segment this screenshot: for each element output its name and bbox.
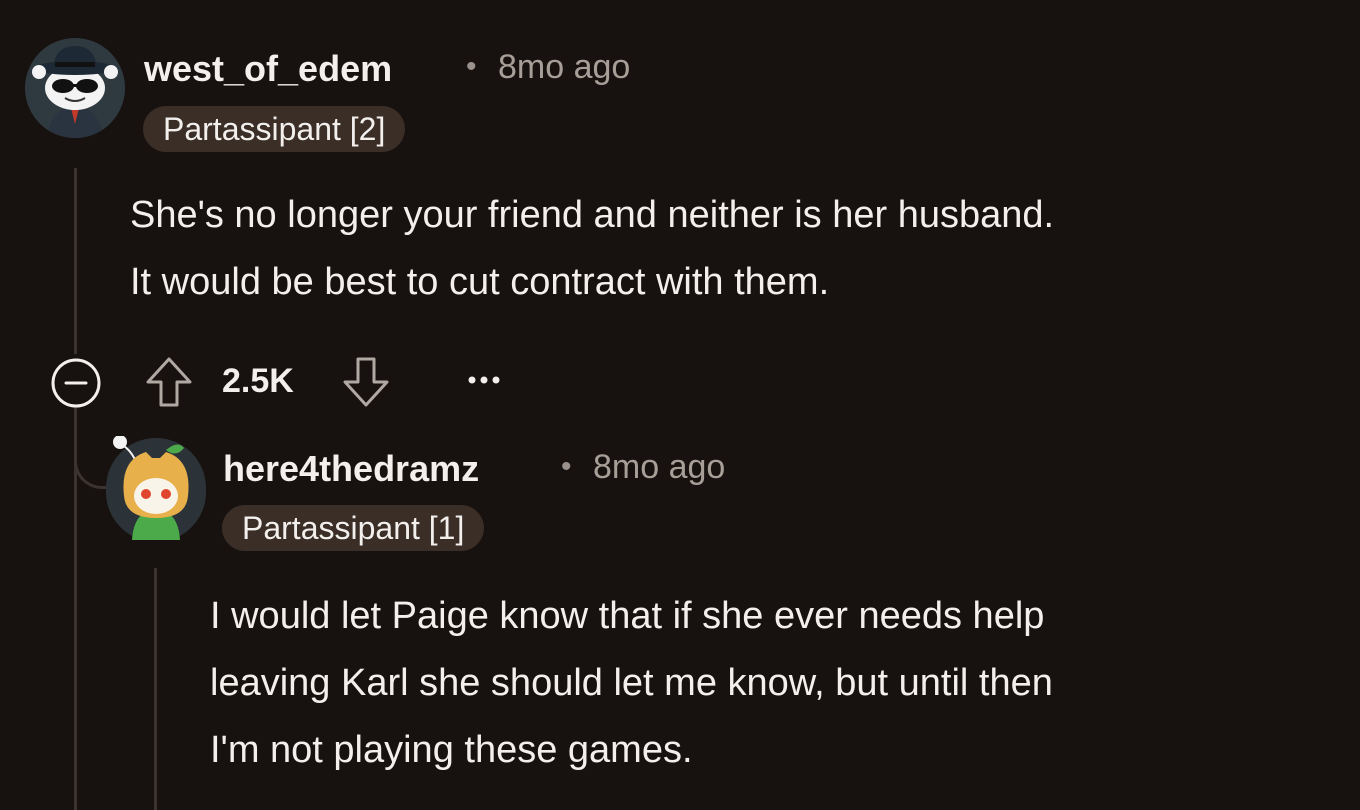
collapse-minus-icon xyxy=(51,358,101,408)
upvote-button[interactable] xyxy=(144,355,194,409)
ellipsis-icon xyxy=(468,376,500,384)
avatar[interactable] xyxy=(25,38,125,138)
avatar[interactable] xyxy=(106,436,206,540)
comment-body: I would let Paige know that if she ever … xyxy=(210,583,1053,784)
comment-timestamp[interactable]: 8mo ago xyxy=(498,48,630,87)
panda-agent-avatar-icon xyxy=(25,38,125,138)
comment-author[interactable]: west_of_edem xyxy=(144,48,392,90)
downvote-button[interactable] xyxy=(341,355,391,409)
user-flair: Partassipant [1] xyxy=(222,505,485,551)
thread-line-reply[interactable] xyxy=(154,568,157,810)
thread-line-main[interactable] xyxy=(74,168,77,354)
vote-score: 2.5K xyxy=(222,362,294,400)
more-options-button[interactable] xyxy=(464,368,504,392)
comment-timestamp[interactable]: 8mo ago xyxy=(593,448,725,487)
comment-author[interactable]: here4thedramz xyxy=(223,448,479,490)
shiba-costume-avatar-icon xyxy=(106,436,206,540)
comment-body: She's no longer your friend and neither … xyxy=(130,182,1054,316)
meta-separator: • xyxy=(466,50,477,83)
comment-body-line: I'm not playing these games. xyxy=(210,729,693,771)
comment-body-line: She's no longer your friend and neither … xyxy=(130,194,1055,236)
comment-thread: west_of_edem • 8mo ago Partassipant [2] … xyxy=(0,0,1360,810)
comment-body-line: leaving Karl she should let me know, but… xyxy=(210,662,1053,704)
user-flair: Partassipant [2] xyxy=(143,106,406,152)
downvote-arrow-icon xyxy=(343,357,389,407)
comment-body-line: It would be best to cut contract with th… xyxy=(130,261,830,303)
collapse-button[interactable] xyxy=(50,357,102,409)
meta-separator: • xyxy=(561,450,572,483)
upvote-arrow-icon xyxy=(146,357,192,407)
comment-body-line: I would let Paige know that if she ever … xyxy=(210,595,1045,637)
